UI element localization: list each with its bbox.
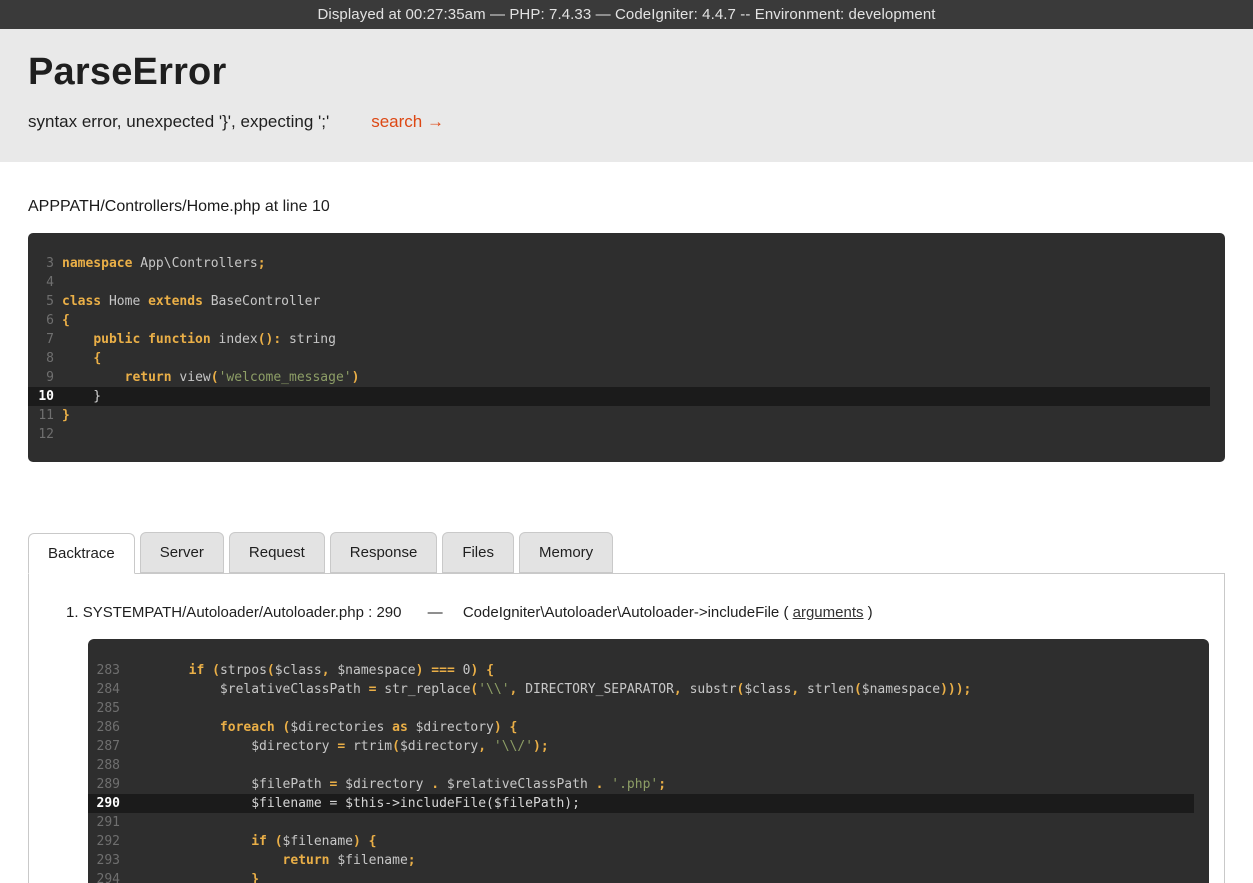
- code-line-285: 285: [88, 699, 1194, 718]
- code-line-294: 294 }: [88, 870, 1194, 883]
- highlighted-code-line-10: 10 }: [28, 387, 1210, 406]
- tab-server[interactable]: Server: [140, 532, 224, 573]
- source-location: APPPATH/Controllers/Home.php at line 10: [28, 198, 1225, 216]
- highlighted-code-line-290: 290 $filename = $this->includeFile($file…: [88, 794, 1194, 813]
- line-number: 292: [88, 832, 120, 851]
- code-line-5: 5class Home extends BaseController: [28, 292, 1210, 311]
- error-title: ParseError: [28, 51, 1225, 94]
- code-line-284: 284 $relativeClassPath = str_replace('\\…: [88, 680, 1194, 699]
- line-number: 285: [88, 699, 120, 718]
- backtrace-item: 1. SYSTEMPATH/Autoloader/Autoloader.php …: [66, 604, 1209, 621]
- environment-bar: Displayed at 00:27:35am — PHP: 7.4.33 — …: [0, 0, 1253, 29]
- line-number: 4: [28, 273, 54, 292]
- backtrace-code-block: 283 if (strpos($class, $namespace) === 0…: [88, 639, 1209, 883]
- code-line-6: 6{: [28, 311, 1210, 330]
- tab-request[interactable]: Request: [229, 532, 325, 573]
- line-number: 287: [88, 737, 120, 756]
- line-number: 11: [28, 406, 54, 425]
- line-number: 8: [28, 349, 54, 368]
- line-number: 9: [28, 368, 54, 387]
- line-number: 293: [88, 851, 120, 870]
- line-number: 291: [88, 813, 120, 832]
- code-line-4: 4: [28, 273, 1210, 292]
- error-header: ParseError syntax error, unexpected '}',…: [0, 29, 1253, 162]
- tab-files[interactable]: Files: [442, 532, 514, 573]
- line-number: 3: [28, 254, 54, 273]
- line-number: 5: [28, 292, 54, 311]
- code-line-9: 9 return view('welcome_message'): [28, 368, 1210, 387]
- code-line-292: 292 if ($filename) {: [88, 832, 1194, 851]
- code-line-287: 287 $directory = rtrim($directory, '\\/'…: [88, 737, 1194, 756]
- line-number: 7: [28, 330, 54, 349]
- code-line-3: 3namespace App\Controllers;: [28, 254, 1210, 273]
- line-number: 294: [88, 870, 120, 883]
- backtrace-call: CodeIgniter\Autoloader\Autoloader->inclu…: [463, 604, 789, 621]
- code-line-288: 288: [88, 756, 1194, 775]
- code-line-286: 286 foreach ($directories as $directory)…: [88, 718, 1194, 737]
- line-number: 286: [88, 718, 120, 737]
- line-number: 6: [28, 311, 54, 330]
- at-line-text: at line: [260, 198, 312, 215]
- search-link[interactable]: search →: [371, 112, 444, 132]
- backtrace-dash: —: [428, 604, 443, 621]
- environment-bar-text: Displayed at 00:27:35am — PHP: 7.4.33 — …: [317, 6, 935, 23]
- source-code-block: 3namespace App\Controllers;45class Home …: [28, 233, 1225, 462]
- tab-memory[interactable]: Memory: [519, 532, 613, 573]
- line-number: 288: [88, 756, 120, 775]
- tab-backtrace[interactable]: Backtrace: [28, 533, 135, 574]
- backtrace-file: SYSTEMPATH/Autoloader/Autoloader.php : 2…: [83, 604, 402, 621]
- tab-response[interactable]: Response: [330, 532, 438, 573]
- line-number: 290: [88, 794, 120, 813]
- line-number: 283: [88, 661, 120, 680]
- error-message: syntax error, unexpected '}', expecting …: [28, 112, 329, 132]
- code-line-293: 293 return $filename;: [88, 851, 1194, 870]
- code-line-7: 7 public function index(): string: [28, 330, 1210, 349]
- line-number: 10: [28, 387, 54, 406]
- code-line-283: 283 if (strpos($class, $namespace) === 0…: [88, 661, 1194, 680]
- code-line-12: 12: [28, 425, 1210, 444]
- line-number: 289: [88, 775, 120, 794]
- arguments-toggle-link[interactable]: arguments: [793, 604, 864, 621]
- backtrace-index: 1.: [66, 604, 79, 621]
- source-file-path: APPPATH/Controllers/Home.php: [28, 198, 260, 215]
- code-line-11: 11}: [28, 406, 1210, 425]
- tab-bar: BacktraceServerRequestResponseFilesMemor…: [28, 532, 1225, 573]
- source-line-number: 10: [312, 198, 330, 215]
- backtrace-panel: 1. SYSTEMPATH/Autoloader/Autoloader.php …: [28, 573, 1225, 883]
- line-number: 12: [28, 425, 54, 444]
- error-details: APPPATH/Controllers/Home.php at line 10 …: [0, 198, 1253, 883]
- line-number: 284: [88, 680, 120, 699]
- code-line-8: 8 {: [28, 349, 1210, 368]
- code-line-291: 291: [88, 813, 1194, 832]
- backtrace-close-paren: ): [868, 604, 873, 621]
- code-line-289: 289 $filePath = $directory . $relativeCl…: [88, 775, 1194, 794]
